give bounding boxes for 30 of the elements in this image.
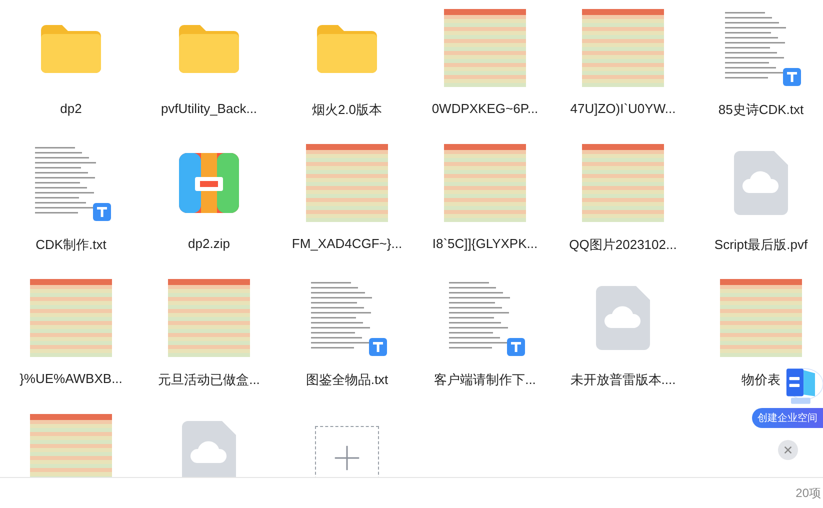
- file-name[interactable]: 47U]ZO)I`U0YW...: [570, 101, 676, 116]
- file-name[interactable]: 未开放普雷版本....: [570, 371, 676, 389]
- close-icon[interactable]: [778, 440, 798, 460]
- plus-icon: [333, 444, 361, 472]
- cloud-document-icon: [734, 151, 788, 215]
- file-name[interactable]: pvfUtility_Back...: [160, 101, 258, 116]
- file-name[interactable]: 图鉴全物品.txt: [306, 371, 388, 389]
- file-name[interactable]: 客户端请制作下...: [434, 371, 536, 389]
- file-name[interactable]: FM_XAD4CGF~}...: [292, 236, 402, 251]
- create-space-button[interactable]: 创建企业空间: [752, 408, 823, 428]
- cloud-document-icon: [182, 421, 236, 478]
- file-name[interactable]: dp2: [60, 101, 82, 116]
- file-name[interactable]: I8`5C]]{GLYXPK...: [432, 236, 538, 251]
- folder-icon: [315, 22, 379, 74]
- file-name[interactable]: 85史诗CDK.txt: [718, 101, 804, 119]
- file-name[interactable]: 元旦活动已做盒...: [158, 371, 260, 389]
- folder-icon: [177, 22, 241, 74]
- item-count: 20项: [796, 484, 821, 502]
- file-name[interactable]: Script最后版.pvf: [714, 236, 808, 254]
- file-name[interactable]: CDK制作.txt: [36, 236, 106, 254]
- add-button[interactable]: [315, 426, 379, 478]
- file-name[interactable]: }%UE%AWBXB...: [20, 371, 122, 386]
- file-name[interactable]: dp2.zip: [188, 236, 230, 251]
- file-name[interactable]: 烟火2.0版本: [312, 101, 382, 119]
- zip-archive-icon: [179, 153, 239, 213]
- file-name[interactable]: QQ图片2023102...: [569, 236, 677, 254]
- folder-icon: [39, 22, 103, 74]
- file-name[interactable]: 物价表: [742, 371, 780, 389]
- cloud-document-icon: [596, 286, 650, 350]
- file-name[interactable]: 0WDPXKEG~6P...: [432, 101, 538, 116]
